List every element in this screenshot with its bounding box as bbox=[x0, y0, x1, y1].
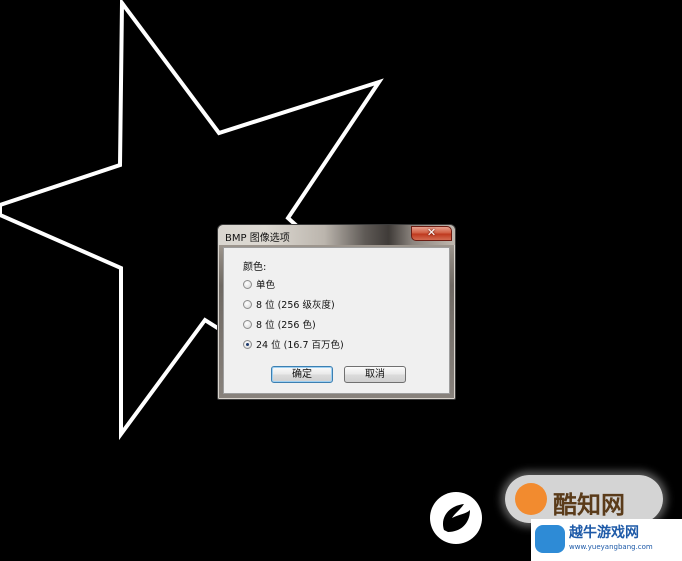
radio-icon[interactable] bbox=[243, 339, 252, 349]
bmp-options-dialog: BMP 图像选项 ✕ 颜色: 单色 8 位 (256 级灰度) 8 位 (256… bbox=[217, 224, 456, 400]
radio-label: 8 位 (256 色) bbox=[256, 320, 316, 331]
watermark-box: 越牛游戏网 www.yueyangbang.com bbox=[531, 519, 682, 561]
leaf-logo-icon bbox=[442, 504, 470, 532]
color-group-label: 颜色: bbox=[243, 262, 267, 273]
close-icon: ✕ bbox=[426, 226, 437, 239]
radio-icon[interactable] bbox=[243, 299, 252, 309]
radio-option-8bit-gray[interactable]: 8 位 (256 级灰度) bbox=[243, 297, 335, 311]
dialog-content: 颜色: 单色 8 位 (256 级灰度) 8 位 (256 色) 24 位 (1… bbox=[223, 247, 450, 394]
watermark-box-url: www.yueyangbang.com bbox=[569, 543, 653, 551]
radio-label: 24 位 (16.7 百万色) bbox=[256, 340, 344, 351]
cancel-button[interactable]: 取消 bbox=[344, 366, 406, 383]
radio-icon[interactable] bbox=[243, 279, 252, 289]
radio-option-8bit-color[interactable]: 8 位 (256 色) bbox=[243, 317, 316, 331]
watermark-ribbon-icon bbox=[515, 483, 547, 515]
dialog-titlebar[interactable]: BMP 图像选项 ✕ bbox=[218, 225, 455, 245]
radio-icon[interactable] bbox=[243, 319, 252, 329]
radio-label: 8 位 (256 级灰度) bbox=[256, 300, 335, 311]
watermark-box-title: 越牛游戏网 bbox=[569, 525, 639, 541]
radio-option-mono[interactable]: 单色 bbox=[243, 277, 275, 291]
watermark-ribbon: 酷知网 bbox=[505, 475, 663, 523]
watermark-ribbon-text: 酷知网 bbox=[553, 491, 625, 519]
dialog-title: BMP 图像选项 bbox=[225, 233, 290, 244]
ok-button[interactable]: 确定 bbox=[271, 366, 333, 383]
watermark-box-icon bbox=[535, 525, 565, 553]
radio-label: 单色 bbox=[256, 280, 276, 291]
close-button[interactable]: ✕ bbox=[411, 226, 452, 241]
watermark-logo-icon bbox=[430, 492, 482, 544]
radio-option-24bit[interactable]: 24 位 (16.7 百万色) bbox=[243, 337, 344, 351]
